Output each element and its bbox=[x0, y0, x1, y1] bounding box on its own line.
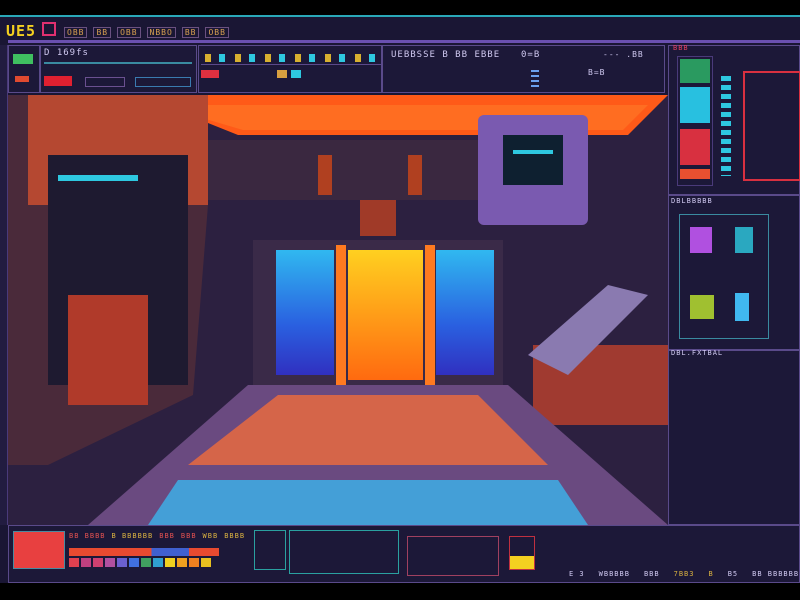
panel-header: ВВВ bbox=[673, 44, 689, 52]
bottom-panel: BB BBBB B BBBBBB BBB BBB WBB BBBB E 3 WB… bbox=[8, 525, 800, 583]
asset-thumbnail[interactable] bbox=[690, 295, 714, 319]
menu-item[interactable]: NBBO bbox=[146, 27, 176, 38]
menu-item[interactable]: OBB bbox=[64, 27, 88, 38]
tool-icons-row[interactable] bbox=[205, 54, 375, 62]
status-item: 7BB3 bbox=[673, 570, 695, 578]
divider bbox=[8, 40, 800, 43]
palette-swatch[interactable] bbox=[93, 558, 103, 567]
right-readout: --- .ВВ bbox=[603, 50, 644, 59]
letterbox-bottom bbox=[0, 583, 800, 600]
info-label: BBB bbox=[180, 532, 197, 540]
status-label: UEBBSSE B BB EBBE bbox=[391, 50, 501, 60]
value-label: 0=B bbox=[521, 50, 541, 60]
status-item: BBB bbox=[643, 570, 660, 578]
snap-button[interactable] bbox=[277, 70, 287, 78]
asset-thumbnail[interactable] bbox=[735, 227, 753, 253]
right-panel-middle: DBLBBBBB bbox=[668, 195, 800, 350]
asset-thumbnails[interactable] bbox=[679, 214, 769, 339]
info-label: WBB bbox=[202, 532, 219, 540]
glass-panel-right bbox=[436, 250, 494, 375]
layer-list[interactable] bbox=[721, 76, 731, 176]
timeline-slider[interactable] bbox=[44, 62, 192, 64]
color-bar bbox=[69, 548, 219, 556]
palette-swatch[interactable] bbox=[189, 558, 199, 567]
record-button[interactable] bbox=[44, 76, 72, 86]
swatch-grid[interactable] bbox=[677, 56, 713, 186]
grid-button[interactable] bbox=[291, 70, 301, 78]
info-label: BBBB bbox=[224, 532, 246, 540]
toolbar-icon-panel bbox=[8, 45, 40, 93]
info-label: BB BBBB bbox=[69, 532, 106, 540]
mesh-preview[interactable] bbox=[289, 530, 399, 574]
palette-swatch[interactable] bbox=[153, 558, 163, 567]
record-icon[interactable] bbox=[15, 76, 29, 82]
stats-panel: D 169fs bbox=[40, 45, 197, 93]
fps-readout: D 169fs bbox=[44, 48, 89, 58]
asset-thumbnail[interactable] bbox=[735, 293, 749, 321]
machine bbox=[68, 295, 148, 405]
material-preview[interactable] bbox=[407, 536, 499, 576]
palette-swatch[interactable] bbox=[177, 558, 187, 567]
status-item: BB BBBBBB bbox=[752, 570, 800, 578]
menu-bar: OBB BB OBB NBBO BB OBB bbox=[64, 27, 229, 38]
particle-preview[interactable] bbox=[254, 530, 286, 570]
mode-button[interactable] bbox=[201, 70, 219, 78]
preview-frame bbox=[743, 71, 800, 181]
info-labels: BB BBBB B BBBBBB BBB BBB WBB BBBB bbox=[69, 532, 245, 540]
menu-item[interactable]: OBB bbox=[205, 27, 229, 38]
menu-item[interactable]: BB bbox=[93, 27, 112, 38]
palette-swatch[interactable] bbox=[201, 558, 211, 567]
letterbox-top bbox=[0, 0, 800, 15]
palette-swatch[interactable] bbox=[81, 558, 91, 567]
palette-swatch[interactable] bbox=[129, 558, 139, 567]
viewport[interactable] bbox=[8, 95, 668, 525]
tools-panel bbox=[198, 45, 382, 93]
status-panel: UEBBSSE B BB EBBE 0=B --- .ВВ B=B bbox=[382, 45, 665, 93]
palette-swatch[interactable] bbox=[165, 558, 175, 567]
playback-controls[interactable] bbox=[135, 77, 191, 87]
asset-thumbnail[interactable] bbox=[690, 227, 712, 253]
status-item: E 3 bbox=[569, 570, 585, 578]
status-item: B bbox=[708, 570, 714, 578]
menu-item[interactable]: OBB bbox=[117, 27, 141, 38]
info-label: B BBBBBB bbox=[111, 532, 154, 540]
texture-thumbnail[interactable] bbox=[13, 531, 65, 569]
palette-swatch[interactable] bbox=[69, 558, 79, 567]
emblem bbox=[360, 200, 396, 236]
status-bar: E 3 WBBBBB BBB 7BB3 B B5 BB BBBBBB bbox=[569, 570, 799, 578]
mini-label: B=B bbox=[588, 68, 606, 77]
menu-item[interactable]: BB bbox=[181, 27, 200, 38]
actors-icon[interactable] bbox=[13, 54, 33, 64]
app-icon bbox=[42, 22, 56, 36]
right-panel-top: ВВВ bbox=[668, 44, 800, 195]
door bbox=[348, 250, 423, 380]
logo: UE5 bbox=[6, 22, 37, 40]
status-item: WBBBBB bbox=[598, 570, 630, 578]
divider bbox=[201, 64, 381, 65]
scene-art bbox=[8, 95, 668, 525]
info-label: BBB bbox=[159, 532, 175, 540]
glass-panel-left bbox=[276, 250, 334, 375]
status-item: B5 bbox=[727, 570, 739, 578]
palette-swatch[interactable] bbox=[105, 558, 115, 567]
palette-swatch[interactable] bbox=[141, 558, 151, 567]
palette[interactable] bbox=[69, 558, 211, 567]
palette-swatch[interactable] bbox=[117, 558, 127, 567]
footer-label: DBL.FXTBAL bbox=[671, 349, 724, 357]
time-field[interactable] bbox=[85, 77, 125, 87]
light-preview[interactable] bbox=[509, 536, 535, 570]
left-toolstrip[interactable] bbox=[0, 45, 8, 525]
section-label: DBLBBBBB bbox=[671, 197, 713, 205]
right-panel-bottom: DBL.FXTBAL bbox=[668, 349, 800, 525]
list-icon[interactable] bbox=[531, 70, 539, 88]
